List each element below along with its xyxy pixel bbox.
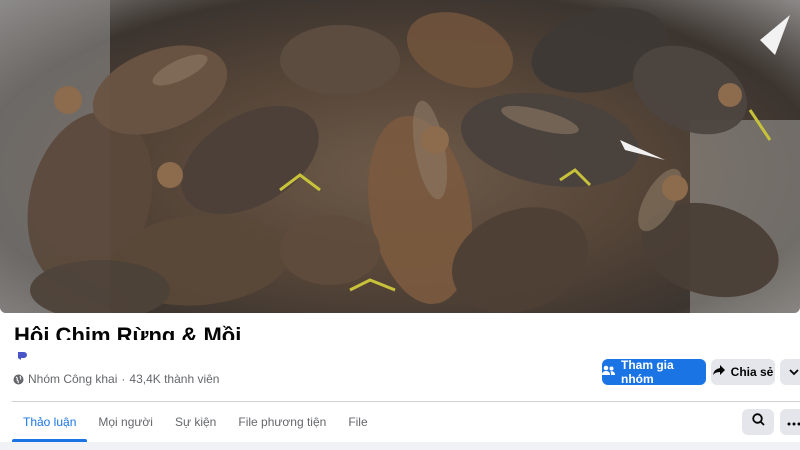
- people-icon: [602, 365, 615, 379]
- tabs-more-button[interactable]: [780, 409, 800, 435]
- group-name[interactable]: Hội Chim Rừng & Mồi: [14, 322, 334, 340]
- group-members[interactable]: 43,4K thành viên: [129, 372, 219, 386]
- share-label: Chia sẻ: [730, 365, 774, 379]
- tab-media[interactable]: File phương tiện: [227, 402, 337, 442]
- join-group-button[interactable]: Tham gia nhóm: [602, 358, 706, 386]
- tab-label: Mọi người: [98, 415, 153, 429]
- tab-events[interactable]: Sự kiện: [164, 402, 227, 442]
- group-tabs: Thảo luận Mọi người Sự kiện File phương …: [12, 402, 379, 442]
- tab-label: File phương tiện: [238, 415, 327, 429]
- tab-people[interactable]: Mọi người: [87, 402, 164, 442]
- tab-files[interactable]: File: [337, 402, 378, 442]
- tab-label: Thảo luận: [23, 415, 77, 429]
- share-arrow-icon: [712, 365, 725, 379]
- tab-label: Sự kiện: [174, 415, 217, 429]
- tab-discussion[interactable]: Thảo luận: [12, 402, 88, 442]
- header-more-button[interactable]: [780, 359, 800, 385]
- group-meta: Nhóm Công khai · 43,4K thành viên: [13, 372, 219, 386]
- cover-photo[interactable]: [0, 0, 800, 313]
- chevron-down-icon: [789, 365, 799, 379]
- ellipsis-icon: [787, 413, 800, 431]
- join-group-label: Tham gia nhóm: [621, 358, 674, 386]
- search-icon: [751, 413, 765, 431]
- cover-photo-birds: [0, 0, 800, 313]
- search-button[interactable]: [742, 409, 774, 435]
- group-privacy: Nhóm Công khai: [28, 372, 118, 386]
- tab-label: File: [348, 415, 368, 429]
- group-badge-icon: [14, 348, 30, 364]
- feed-background: [0, 442, 800, 450]
- globe-icon: [13, 374, 24, 385]
- meta-separator: ·: [121, 372, 126, 386]
- share-button[interactable]: Chia sẻ: [711, 359, 775, 385]
